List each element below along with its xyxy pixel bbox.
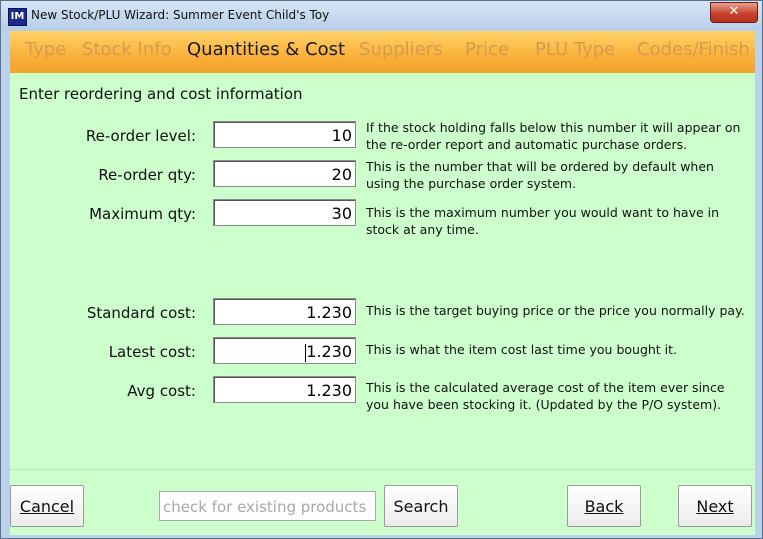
tab-price[interactable]: Price bbox=[465, 39, 509, 60]
maximum-qty-input[interactable]: 30 bbox=[213, 199, 356, 226]
latest-cost-help: This is what the item cost last time you… bbox=[366, 342, 678, 357]
avg-cost-help: This is the calculated average cost of t… bbox=[366, 380, 725, 412]
search-input[interactable]: check for existing products bbox=[159, 491, 376, 521]
wizard-steps: Type Stock Info Quantities & Cost Suppli… bbox=[10, 31, 755, 73]
back-button[interactable]: Back bbox=[567, 485, 641, 527]
content-panel: Enter reordering and cost information Re… bbox=[10, 73, 755, 469]
tab-stock-info[interactable]: Stock Info bbox=[82, 39, 172, 60]
window-title: New Stock/PLU Wizard: Summer Event Child… bbox=[31, 8, 330, 22]
tab-plu-type[interactable]: PLU Type bbox=[535, 39, 615, 60]
latest-cost-input[interactable]: 1.230 bbox=[213, 337, 356, 364]
page-heading: Enter reordering and cost information bbox=[19, 85, 303, 103]
search-button[interactable]: Search bbox=[384, 485, 458, 527]
reorder-qty-input[interactable]: 20 bbox=[213, 160, 356, 187]
avg-cost-label: Avg cost: bbox=[127, 382, 196, 400]
reorder-qty-label: Re-order qty: bbox=[98, 166, 196, 184]
reorder-level-input[interactable]: 10 bbox=[213, 121, 356, 148]
maximum-qty-label: Maximum qty: bbox=[89, 205, 196, 223]
standard-cost-label: Standard cost: bbox=[86, 304, 196, 322]
tab-quantities-cost[interactable]: Quantities & Cost bbox=[187, 39, 345, 60]
back-button-label: Back bbox=[584, 497, 624, 516]
footer-bar: Cancel check for existing products Searc… bbox=[10, 469, 755, 535]
cancel-button[interactable]: Cancel bbox=[10, 485, 84, 527]
avg-cost-input[interactable]: 1.230 bbox=[213, 376, 356, 403]
next-button[interactable]: Next bbox=[678, 485, 752, 527]
close-button[interactable]: ✕ bbox=[710, 2, 758, 23]
tab-codes-finish[interactable]: Codes/Finish bbox=[637, 39, 750, 60]
wizard-window: IM New Stock/PLU Wizard: Summer Event Ch… bbox=[0, 0, 763, 539]
latest-cost-label: Latest cost: bbox=[108, 343, 196, 361]
maximum-qty-help: This is the maximum number you would wan… bbox=[366, 205, 720, 237]
reorder-qty-help: This is the number that will be ordered … bbox=[366, 159, 714, 191]
cancel-button-label: Cancel bbox=[19, 497, 75, 516]
title-bar[interactable]: IM New Stock/PLU Wizard: Summer Event Ch… bbox=[1, 1, 762, 31]
standard-cost-input[interactable]: 1.230 bbox=[213, 298, 356, 325]
reorder-level-help: If the stock holding falls below this nu… bbox=[366, 120, 741, 152]
reorder-level-label: Re-order level: bbox=[85, 127, 196, 145]
tab-suppliers[interactable]: Suppliers bbox=[359, 39, 443, 60]
app-icon: IM bbox=[8, 8, 27, 26]
latest-cost-value: 1.230 bbox=[306, 342, 352, 361]
tab-type[interactable]: Type bbox=[25, 39, 66, 60]
standard-cost-help: This is the target buying price or the p… bbox=[366, 303, 745, 318]
next-button-label: Next bbox=[696, 497, 734, 516]
